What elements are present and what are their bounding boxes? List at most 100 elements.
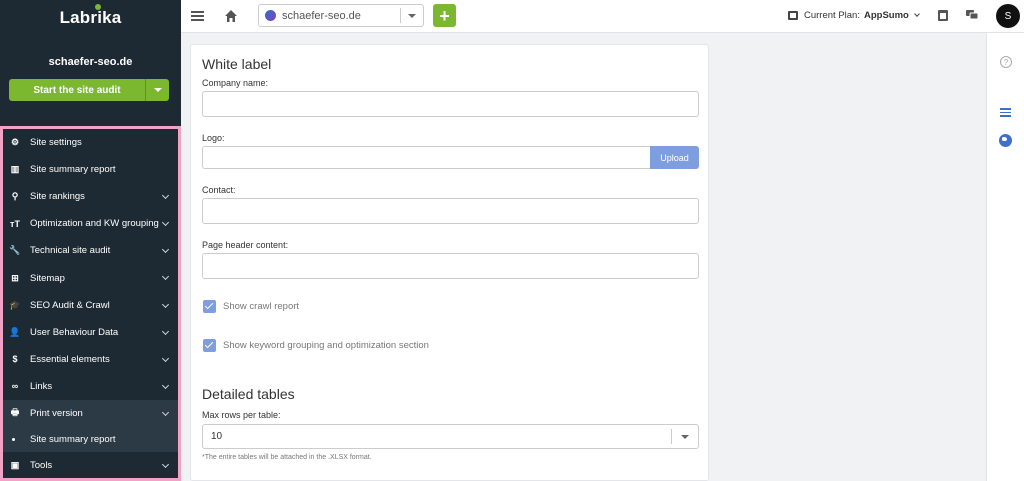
start-audit-button[interactable]: Start the site audit bbox=[9, 79, 146, 101]
logo[interactable]: Labrika bbox=[0, 8, 181, 28]
avatar[interactable]: S bbox=[996, 4, 1020, 28]
sidebar-nav: ⚙ Site settings ▥ Site summary report ⚲ … bbox=[3, 129, 178, 479]
sidebar-item-user-behaviour[interactable]: 👤 User Behaviour Data bbox=[3, 319, 178, 346]
chat-icon[interactable] bbox=[966, 10, 978, 20]
chevron-down-icon bbox=[161, 219, 170, 227]
chevron-down-icon bbox=[153, 88, 162, 92]
max-rows-label: Max rows per table: bbox=[202, 410, 281, 420]
sidebar-item-label: SEO Audit & Crawl bbox=[30, 299, 110, 311]
audit-options-button[interactable] bbox=[146, 79, 169, 101]
menu-icon[interactable] bbox=[191, 11, 204, 21]
company-name-input[interactable] bbox=[202, 91, 699, 117]
sidebar-item-seo-audit[interactable]: 🎓 SEO Audit & Crawl bbox=[3, 292, 178, 319]
chevron-down-icon bbox=[161, 300, 170, 308]
sidebar-item-label: Print version bbox=[30, 407, 83, 419]
text-size-icon: тT bbox=[10, 218, 20, 229]
chevron-down-icon bbox=[161, 273, 170, 281]
start-audit-button-group: Start the site audit bbox=[9, 79, 169, 101]
sidebar-item-label: Optimization and KW grouping bbox=[30, 218, 159, 230]
logo-label: Logo: bbox=[202, 133, 225, 143]
sidebar-item-label: Tools bbox=[30, 460, 53, 472]
checkbox-checked-icon bbox=[203, 339, 216, 352]
page-header-input[interactable] bbox=[202, 253, 699, 279]
search-icon: ⚲ bbox=[11, 191, 19, 202]
sidebar-item-label: Site rankings bbox=[30, 191, 85, 203]
sidebar-item-technical-audit[interactable]: 🔧 Technical site audit bbox=[3, 237, 178, 264]
select-divider bbox=[671, 429, 672, 444]
contact-input[interactable] bbox=[202, 198, 699, 224]
white-label-card: White label Company name: Logo: Upload C… bbox=[190, 44, 709, 481]
wrench-icon: 🔧 bbox=[9, 245, 21, 256]
sidebar-item-label: Site settings bbox=[30, 137, 82, 149]
chevron-down-icon bbox=[681, 435, 689, 439]
show-crawl-report-checkbox[interactable]: Show crawl report bbox=[203, 300, 299, 313]
sidebar-subitem-site-summary-report[interactable]: Site summary report bbox=[3, 427, 178, 453]
sidebar-item-tools[interactable]: ▣ Tools bbox=[3, 452, 178, 479]
sidebar-item-label: Links bbox=[30, 380, 53, 392]
link-icon: ∞ bbox=[11, 381, 19, 392]
sidebar-item-essential-elements[interactable]: $ Essential elements bbox=[3, 346, 178, 373]
sidebar-item-label: Sitemap bbox=[30, 272, 65, 284]
chevron-down-icon bbox=[161, 381, 170, 389]
sitemap-icon: ⊞ bbox=[11, 272, 19, 283]
wallet-icon bbox=[788, 11, 798, 20]
sidebar-subitem-label: Site summary report bbox=[30, 434, 116, 446]
globe-icon[interactable] bbox=[999, 134, 1012, 147]
sidebar-item-site-summary-report[interactable]: ▥ Site summary report bbox=[3, 156, 178, 183]
current-plan[interactable]: Current Plan: AppSumo bbox=[788, 10, 920, 21]
chevron-down-icon bbox=[408, 14, 416, 18]
site-favicon-icon bbox=[265, 10, 276, 21]
right-rail: ? bbox=[986, 33, 1024, 481]
dollar-icon: $ bbox=[12, 354, 18, 365]
toolbox-icon: ▣ bbox=[10, 460, 20, 471]
logo-file-field[interactable] bbox=[202, 146, 651, 169]
sidebar-item-optimization[interactable]: тT Optimization and KW grouping bbox=[3, 210, 178, 237]
calendar-icon[interactable] bbox=[938, 10, 948, 21]
sidebar: Labrika schaefer-seo.de Start the site a… bbox=[0, 0, 181, 481]
show-keyword-grouping-checkbox[interactable]: Show keyword grouping and optimization s… bbox=[203, 339, 429, 352]
chevron-down-icon bbox=[161, 408, 170, 416]
checkbox-checked-icon bbox=[203, 300, 216, 313]
card-title: White label bbox=[202, 56, 272, 72]
upload-button[interactable]: Upload bbox=[650, 146, 699, 169]
logo-upload: Upload bbox=[202, 146, 699, 169]
detailed-tables-title: Detailed tables bbox=[202, 386, 295, 402]
sidebar-item-sitemap[interactable]: ⊞ Sitemap bbox=[3, 264, 178, 291]
xlsx-note: *The entire tables will be attached in t… bbox=[202, 454, 372, 461]
sidebar-item-print-version[interactable]: 🖶 Print version bbox=[3, 399, 178, 428]
plan-value: AppSumo bbox=[863, 10, 909, 21]
company-name-label: Company name: bbox=[202, 78, 269, 88]
sidebar-item-label: User Behaviour Data bbox=[30, 326, 119, 338]
bullet-icon bbox=[12, 438, 15, 442]
user-icon: 👤 bbox=[9, 326, 21, 337]
sidebar-item-label: Site summary report bbox=[30, 164, 116, 176]
help-icon[interactable]: ? bbox=[1000, 56, 1012, 68]
printer-icon: 🖶 bbox=[10, 407, 20, 418]
sidebar-item-site-rankings[interactable]: ⚲ Site rankings bbox=[3, 183, 178, 210]
chevron-down-icon bbox=[161, 327, 170, 335]
home-icon[interactable] bbox=[224, 9, 238, 23]
add-site-button[interactable]: + bbox=[433, 4, 456, 27]
select-divider bbox=[400, 8, 401, 23]
max-rows-value: 10 bbox=[211, 431, 223, 442]
site-select-value: schaefer-seo.de bbox=[282, 9, 361, 22]
graduation-cap-icon: 🎓 bbox=[9, 299, 21, 310]
logo-dot bbox=[95, 4, 101, 10]
max-rows-select[interactable]: 10 bbox=[202, 424, 699, 449]
logo-text: Labrika bbox=[59, 8, 122, 27]
gear-icon: ⚙ bbox=[10, 137, 20, 148]
checkbox-label: Show keyword grouping and optimization s… bbox=[223, 340, 429, 351]
top-bar: schaefer-seo.de + Current Plan: AppSumo … bbox=[181, 0, 1024, 33]
plan-label: Current Plan: bbox=[804, 10, 860, 21]
chevron-down-icon bbox=[161, 246, 170, 254]
list-icon[interactable] bbox=[1000, 108, 1011, 117]
sidebar-item-site-settings[interactable]: ⚙ Site settings bbox=[3, 129, 178, 156]
site-name: schaefer-seo.de bbox=[48, 56, 133, 68]
contact-label: Contact: bbox=[202, 185, 236, 195]
site-select[interactable]: schaefer-seo.de bbox=[258, 4, 424, 27]
sidebar-item-links[interactable]: ∞ Links bbox=[3, 373, 178, 400]
sidebar-item-label: Essential elements bbox=[30, 353, 110, 365]
chevron-down-icon bbox=[161, 354, 170, 362]
page-header-label: Page header content: bbox=[202, 240, 289, 250]
chevron-down-icon bbox=[914, 11, 920, 17]
